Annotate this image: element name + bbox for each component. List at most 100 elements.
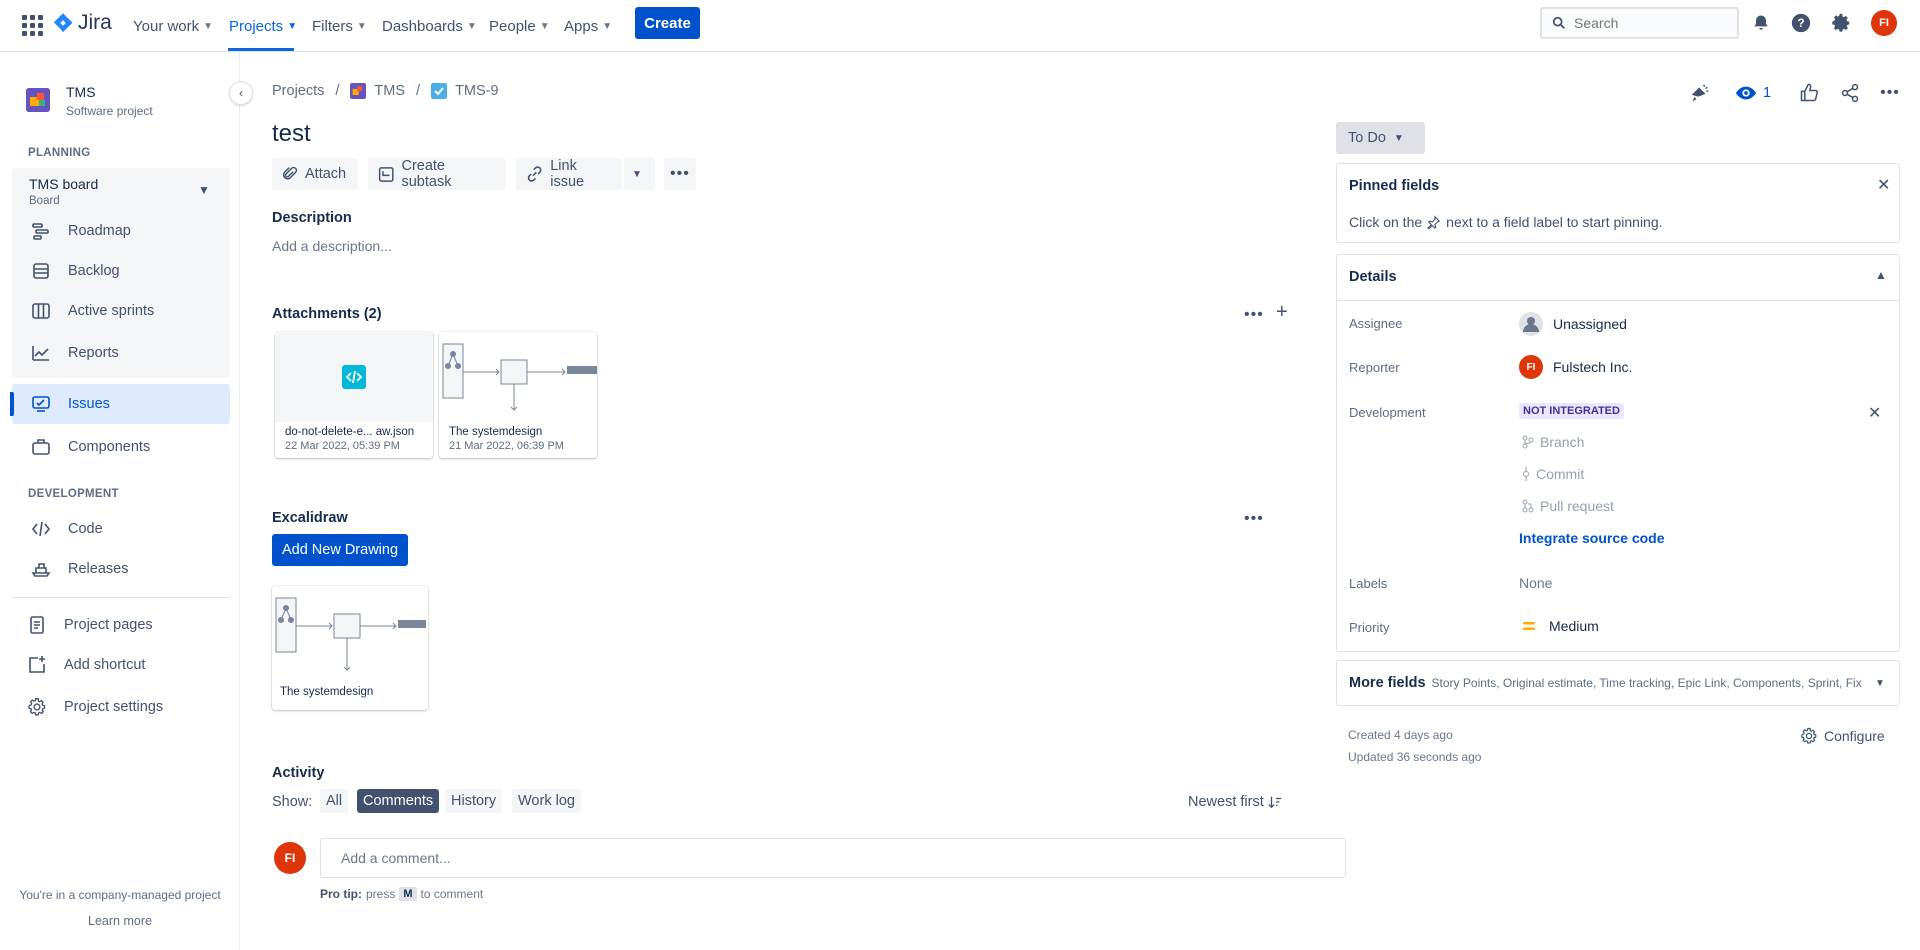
- top-navigation: Jira Your work ▼ Projects ▼ Filters ▼ Dashb…: [0, 0, 1920, 52]
- project-name[interactable]: TMS: [66, 84, 96, 100]
- nav-label: Your work: [133, 17, 200, 35]
- like-icon[interactable]: [1797, 81, 1821, 105]
- breadcrumb-issue-key[interactable]: TMS-9: [455, 83, 499, 99]
- more-icon[interactable]: •••: [1878, 81, 1902, 105]
- details-header[interactable]: Details ▲: [1337, 255, 1899, 301]
- watch-button[interactable]: 1: [1735, 81, 1771, 105]
- labels-label: Labels: [1349, 576, 1388, 591]
- sidebar-item-active-sprints[interactable]: Active sprints: [12, 291, 230, 331]
- excalidraw-more-icon[interactable]: •••: [1244, 510, 1264, 528]
- description-field[interactable]: Add a description...: [272, 238, 392, 254]
- labels-value[interactable]: None: [1519, 575, 1552, 591]
- breadcrumb-projects[interactable]: Projects: [272, 83, 324, 99]
- pinned-hint-part1: Click on the: [1349, 214, 1423, 230]
- filter-history[interactable]: History: [445, 789, 503, 813]
- avatar: FI: [1519, 355, 1543, 379]
- breadcrumb: Projects / TMS / TMS-9: [272, 83, 499, 99]
- search-input[interactable]: [1574, 15, 1724, 31]
- integrate-source-code-link[interactable]: Integrate source code: [1519, 530, 1665, 546]
- attachment-date: 22 Mar 2022, 05:39 PM: [285, 440, 400, 452]
- priority-label: Priority: [1349, 620, 1390, 635]
- sidebar-item-code[interactable]: Code: [12, 509, 230, 549]
- excalidraw-heading: Excalidraw: [272, 510, 348, 526]
- pro-tip-suffix: to comment: [420, 887, 484, 901]
- chevron-up-icon[interactable]: ▲: [1875, 268, 1887, 282]
- share-icon[interactable]: [1838, 81, 1862, 105]
- issue-title[interactable]: test: [272, 120, 311, 148]
- comment-input[interactable]: Add a comment...: [320, 838, 1346, 878]
- nav-apps[interactable]: Apps ▼: [564, 14, 612, 38]
- sidebar-item-issues[interactable]: Issues: [10, 384, 230, 424]
- reporter-value: Fulstech Inc.: [1553, 359, 1633, 375]
- attachment-card[interactable]: do-not-delete-e... aw.json 22 Mar 2022, …: [275, 332, 433, 458]
- nav-your-work[interactable]: Your work ▼: [133, 14, 213, 38]
- nav-dashboards[interactable]: Dashboards ▼: [382, 14, 477, 38]
- nav-label: Filters: [312, 17, 353, 35]
- more-fields-section[interactable]: More fields Story Points, Original estim…: [1336, 660, 1900, 706]
- jira-logo[interactable]: Jira: [52, 11, 112, 35]
- attachments-more-icon[interactable]: •••: [1244, 306, 1264, 324]
- profile-avatar[interactable]: FI: [1871, 10, 1897, 36]
- help-icon[interactable]: ?: [1788, 10, 1814, 36]
- collapse-sidebar-button[interactable]: ‹: [229, 81, 253, 105]
- priority-field[interactable]: Medium: [1519, 618, 1599, 634]
- assignee-value: Unassigned: [1553, 316, 1627, 332]
- pro-tip-press: press: [366, 887, 396, 901]
- close-icon[interactable]: ✕: [1868, 403, 1881, 423]
- dev-pr-label: Pull request: [1540, 498, 1614, 514]
- link-issue-button[interactable]: Link issue: [516, 158, 622, 190]
- nav-projects[interactable]: Projects ▼: [229, 14, 297, 38]
- priority-medium-icon: [1523, 622, 1535, 630]
- board-name[interactable]: TMS board: [29, 176, 98, 192]
- nav-people[interactable]: People ▼: [489, 14, 550, 38]
- link-issue-dropdown[interactable]: ▼: [624, 158, 655, 190]
- more-icon: •••: [670, 165, 690, 182]
- filter-work-log[interactable]: Work log: [512, 789, 581, 813]
- search-box[interactable]: [1540, 7, 1739, 39]
- sidebar-item-components[interactable]: Components: [12, 427, 230, 467]
- breadcrumb-project[interactable]: TMS: [374, 83, 405, 99]
- sidebar-item-releases[interactable]: Releases: [12, 549, 230, 589]
- create-button[interactable]: Create: [635, 7, 700, 39]
- learn-more-link[interactable]: Learn more: [0, 914, 240, 928]
- settings-gear-icon[interactable]: [1828, 10, 1854, 36]
- add-attachment-icon[interactable]: +: [1276, 301, 1288, 324]
- sidebar-item-reports[interactable]: Reports: [12, 333, 230, 373]
- attach-button[interactable]: Attach: [272, 158, 358, 190]
- pinned-hint-part2: next to a field label to start pinning.: [1446, 214, 1663, 230]
- sidebar-item-roadmap[interactable]: Roadmap: [12, 211, 230, 251]
- assignee-field[interactable]: Unassigned: [1519, 312, 1627, 336]
- chevron-down-icon[interactable]: ▼: [198, 183, 210, 197]
- commit-icon: [1523, 467, 1529, 481]
- filter-comments[interactable]: Comments: [357, 789, 440, 813]
- link-icon: [527, 166, 542, 182]
- branch-icon: [1522, 435, 1534, 449]
- sidebar-item-project-pages[interactable]: Project pages: [8, 605, 226, 645]
- status-label: To Do: [1348, 130, 1386, 146]
- attachment-name: The systemdesign: [449, 426, 543, 438]
- create-subtask-button[interactable]: Create subtask: [368, 158, 506, 190]
- configure-button[interactable]: Configure: [1800, 727, 1885, 745]
- sidebar-item-project-settings[interactable]: Project settings: [8, 687, 226, 727]
- filter-all[interactable]: All: [320, 789, 349, 813]
- notifications-icon[interactable]: [1748, 10, 1774, 36]
- app-switcher-icon[interactable]: [20, 13, 43, 36]
- drawing-card[interactable]: The systemdesign: [272, 586, 428, 710]
- more-actions-button[interactable]: •••: [664, 158, 696, 190]
- sort-order-button[interactable]: Newest first: [1188, 794, 1282, 810]
- feedback-icon[interactable]: [1688, 81, 1712, 105]
- chevron-down-icon: ▼: [287, 20, 298, 32]
- close-icon[interactable]: ✕: [1877, 175, 1890, 195]
- nav-filters[interactable]: Filters ▼: [312, 14, 367, 38]
- sidebar-item-backlog[interactable]: Backlog: [12, 251, 230, 291]
- configure-label: Configure: [1824, 728, 1885, 744]
- company-managed-note: You're in a company-managed project: [19, 888, 221, 902]
- paperclip-icon: [282, 166, 298, 180]
- add-new-drawing-button[interactable]: Add New Drawing: [272, 534, 408, 566]
- reporter-field[interactable]: FI Fulstech Inc.: [1519, 355, 1632, 379]
- task-checkbox-icon: [431, 83, 448, 99]
- status-dropdown[interactable]: To Do ▼: [1336, 122, 1425, 154]
- sidebar-item-add-shortcut[interactable]: Add shortcut: [8, 645, 226, 685]
- sidebar-item-label: Code: [68, 521, 103, 537]
- attachment-card[interactable]: The systemdesign 21 Mar 2022, 06:39 PM: [439, 332, 597, 458]
